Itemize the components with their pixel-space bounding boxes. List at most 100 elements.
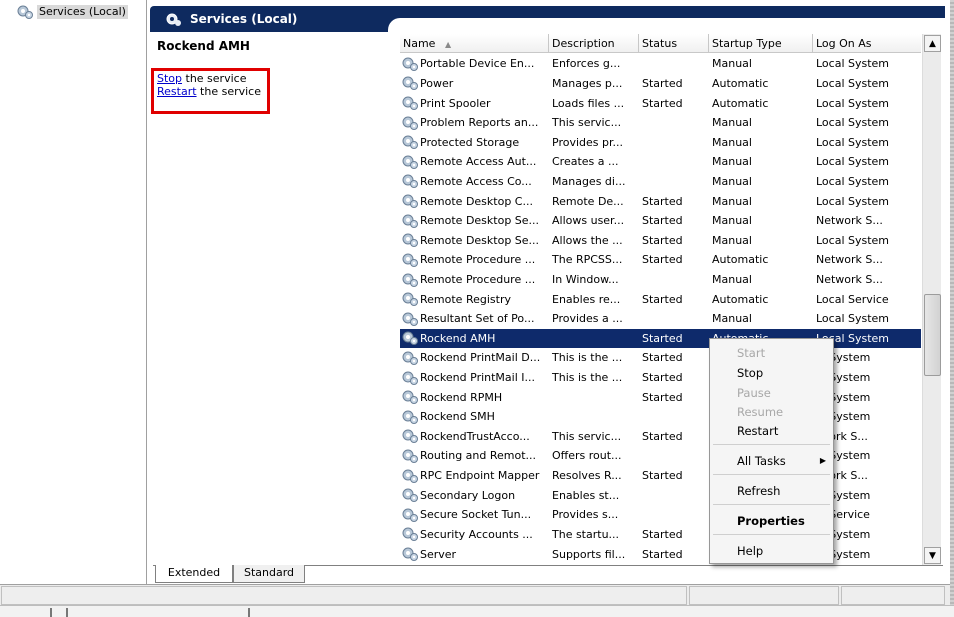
column-startup-type[interactable]: Startup Type	[709, 34, 813, 53]
table-row[interactable]: Remote Desktop C... Remote De... Started Ma…	[400, 191, 921, 211]
cell-name: Resultant Set of Po...	[400, 311, 549, 327]
menu-item-help[interactable]: Help	[710, 541, 833, 561]
service-gear-icon	[402, 253, 418, 267]
menu-item-all-tasks[interactable]: All Tasks ▶	[710, 451, 833, 471]
strip-divider	[66, 608, 68, 617]
table-row[interactable]: Remote Registry Enables re... Started Autom…	[400, 289, 921, 309]
strip-divider	[50, 608, 52, 617]
context-menu: Start Stop Pause Resume Restart All Task…	[709, 338, 834, 564]
service-name: Rockend AMH	[420, 331, 496, 345]
menu-item-restart[interactable]: Restart	[710, 421, 833, 441]
services-list: Name ▲ Description Status Startup Type L…	[400, 34, 944, 565]
scroll-down-arrow-icon[interactable]: ▼	[924, 547, 941, 564]
status-bar	[0, 584, 950, 605]
table-row[interactable]: Remote Procedure ... In Window... Manual Ne…	[400, 270, 921, 290]
menu-item-resume[interactable]: Resume	[710, 402, 833, 422]
table-row[interactable]: Rockend RPMH Started al System	[400, 387, 921, 407]
cell-description: Remote De...	[552, 194, 624, 208]
table-row[interactable]: Remote Desktop Se... Allows the ... Starte…	[400, 230, 921, 250]
table-row[interactable]: Server Supports fil... Started al System	[400, 544, 921, 564]
column-log-on-as[interactable]: Log On As	[813, 34, 921, 53]
menu-item-all-tasks-label: All Tasks	[737, 454, 786, 468]
cell-name: Secondary Logon	[400, 487, 549, 503]
cell-name: RockendTrustAcco...	[400, 428, 549, 444]
table-row[interactable]: RockendTrustAcco... This servic... Started…	[400, 427, 921, 447]
column-status[interactable]: Status	[639, 34, 709, 53]
service-rows: Portable Device En... Enforces g... Manual…	[400, 54, 921, 564]
table-row[interactable]: Rockend PrintMail I... This is the ... Sta…	[400, 368, 921, 388]
tab-extended[interactable]: Extended	[155, 565, 233, 583]
service-gear-icon	[402, 547, 418, 562]
service-gear-icon	[402, 57, 418, 71]
cell-status: Started	[642, 214, 683, 228]
view-tabs: Extended Standard	[153, 565, 943, 584]
cell-status: Started	[642, 96, 683, 110]
strip-divider	[248, 608, 250, 617]
cell-status: Started	[642, 292, 683, 306]
menu-separator	[713, 534, 830, 535]
service-gear-icon	[402, 214, 418, 228]
service-gear-icon	[402, 312, 418, 326]
service-gear-icon	[402, 292, 418, 307]
cell-name: Remote Procedure ...	[400, 252, 549, 268]
table-row[interactable]: Remote Access Co... Manages di... Manual Lo…	[400, 172, 921, 192]
table-row[interactable]: Print Spooler Loads files ... Started Autom…	[400, 93, 921, 113]
menu-item-pause[interactable]: Pause	[710, 383, 833, 403]
service-name: Remote Procedure ...	[420, 253, 536, 267]
scroll-thumb[interactable]	[924, 294, 941, 376]
menu-item-properties[interactable]: Properties	[710, 511, 833, 531]
table-row[interactable]: Portable Device En... Enforces g... Manual…	[400, 54, 921, 74]
column-name[interactable]: Name ▲	[400, 34, 549, 53]
table-row[interactable]: RPC Endpoint Mapper Resolves R... Started t…	[400, 466, 921, 486]
scroll-up-arrow-icon[interactable]: ▲	[924, 35, 941, 52]
table-row[interactable]: Problem Reports an... This servic... Manua…	[400, 113, 921, 133]
menu-item-refresh[interactable]: Refresh	[710, 481, 833, 501]
table-row[interactable]: Remote Access Aut... Creates a ... Manual L…	[400, 152, 921, 172]
table-row[interactable]: Remote Procedure ... The RPCSS... Started A…	[400, 250, 921, 270]
cell-startup-type: Manual	[712, 214, 752, 228]
cell-name: Rockend RPMH	[400, 389, 549, 405]
service-name: Rockend PrintMail D...	[420, 351, 541, 365]
submenu-arrow-icon: ▶	[819, 456, 826, 465]
table-row[interactable]: Rockend PrintMail D... This is the ... Sta…	[400, 348, 921, 368]
table-row-selected[interactable]: Rockend AMHStartedAutomaticLocal System	[400, 328, 921, 349]
tree-node-services-local[interactable]: Services (Local)	[16, 4, 128, 20]
tab-standard[interactable]: Standard	[233, 565, 305, 583]
cell-status: Started	[642, 76, 683, 90]
table-row[interactable]: Power Manages p... Started Automatic Local S…	[400, 74, 921, 94]
window-resize-edge[interactable]	[950, 0, 954, 605]
cell-description: Provides pr...	[552, 135, 623, 149]
table-row[interactable]: Resultant Set of Po... Provides a ... Manu…	[400, 309, 921, 329]
table-row[interactable]: Security Accounts ... The startu... Starte…	[400, 525, 921, 545]
vertical-scrollbar[interactable]: ▲ ▼	[922, 34, 941, 565]
column-description[interactable]: Description	[549, 34, 639, 53]
cell-name: Routing and Remot...	[400, 448, 549, 464]
cell-status: Started	[642, 469, 683, 483]
cell-log-on-as: Local System	[816, 57, 890, 71]
cell-startup-type: Manual	[712, 155, 752, 169]
cell-description: Provides s...	[552, 508, 619, 522]
cell-status: Started	[642, 390, 683, 404]
table-row[interactable]: Secure Socket Tun... Provides s... al Serv…	[400, 505, 921, 525]
cell-description: In Window...	[552, 273, 619, 286]
cell-description: Allows user...	[552, 214, 625, 228]
table-row[interactable]: Routing and Remot... Offers rout... al Sys…	[400, 446, 921, 466]
service-name: Print Spooler	[420, 96, 491, 110]
table-row[interactable]: Protected Storage Provides pr... Manual Loc…	[400, 132, 921, 152]
cell-name: Remote Access Co...	[400, 173, 549, 189]
table-row[interactable]: Remote Desktop Se... Allows user... Starte…	[400, 211, 921, 231]
cell-startup-type: Manual	[712, 174, 752, 188]
menu-item-stop[interactable]: Stop	[710, 363, 833, 383]
cell-log-on-as: Network S...	[816, 253, 883, 267]
cell-name: Remote Desktop C...	[400, 193, 549, 209]
service-name: RPC Endpoint Mapper	[420, 469, 540, 483]
cell-startup-type: Automatic	[712, 76, 769, 90]
table-row[interactable]: Secondary Logon Enables st... al System	[400, 485, 921, 505]
table-row[interactable]: Rockend SMH al System	[400, 407, 921, 427]
cell-description: Resolves R...	[552, 469, 622, 483]
cell-log-on-as: Local System	[816, 312, 890, 326]
cell-log-on-as: Local System	[816, 135, 890, 149]
menu-item-start[interactable]: Start	[710, 343, 833, 363]
cell-log-on-as: Local System	[816, 96, 890, 110]
service-gear-icon	[402, 449, 418, 463]
